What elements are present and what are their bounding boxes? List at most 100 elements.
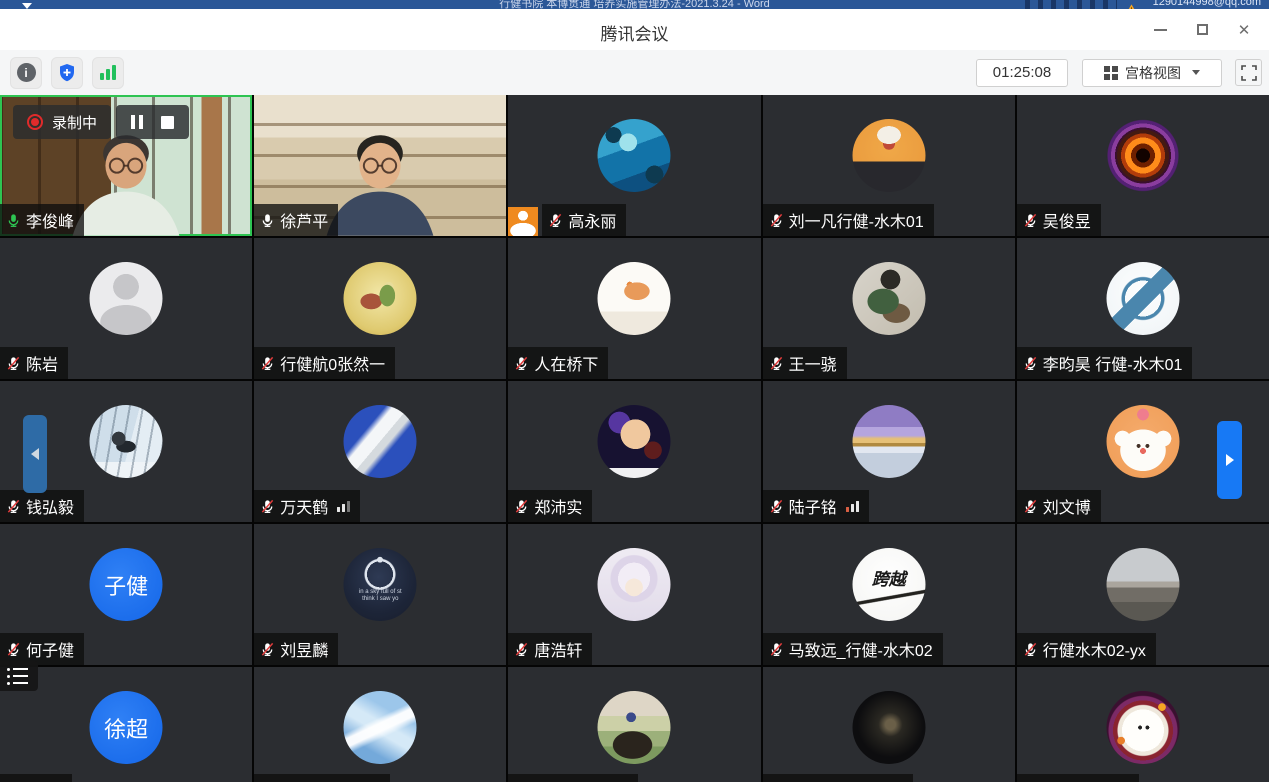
- mic-icon: [769, 642, 784, 657]
- mic-icon: [260, 356, 275, 371]
- meeting-timer: 01:25:08: [976, 59, 1068, 87]
- participant-name: 刘文博: [1043, 494, 1091, 518]
- avatar-initials: 子健: [104, 569, 148, 601]
- mic-icon: [260, 213, 275, 228]
- toolbar-right: 01:25:08 宫格视图: [976, 50, 1269, 95]
- participant-cell[interactable]: 行健水木02-yx: [1017, 524, 1269, 665]
- layout-view-dropdown[interactable]: 宫格视图: [1082, 59, 1222, 87]
- participant-cell[interactable]: 跨越 马致远_行健-水木02: [763, 524, 1015, 665]
- participant-name: 陆子铭: [789, 494, 837, 518]
- participant-avatar: [598, 548, 671, 621]
- participant-cell[interactable]: in a sky full of stthink I saw yo 刘昱麟: [254, 524, 506, 665]
- participant-name-label: 徐芦平: [254, 204, 338, 236]
- participant-list-button[interactable]: [0, 661, 38, 691]
- meeting-info-button[interactable]: i: [10, 57, 42, 89]
- mic-icon: [514, 499, 529, 514]
- participant-avatar: [90, 405, 163, 478]
- participant-cell[interactable]: 陈岩: [0, 238, 252, 379]
- participant-name: 人在桥下: [534, 351, 598, 375]
- mic-icon: [769, 356, 784, 371]
- participant-signal-icon: [846, 501, 859, 512]
- participant-cell[interactable]: 刘一凡行健-水木01: [763, 95, 1015, 236]
- recording-label: 录制中: [52, 112, 97, 133]
- mic-icon: [514, 356, 529, 371]
- participant-name-label: 刘昱麟: [254, 633, 338, 665]
- participant-cell[interactable]: [1017, 667, 1269, 782]
- participant-cell[interactable]: 吴俊昱: [1017, 95, 1269, 236]
- participant-name-label: 人在桥下: [508, 347, 608, 379]
- mic-icon: [1023, 213, 1038, 228]
- pause-recording-button[interactable]: [131, 115, 143, 129]
- participant-cell[interactable]: [508, 667, 760, 782]
- participant-cell[interactable]: [254, 667, 506, 782]
- next-page-button[interactable]: [1217, 421, 1242, 499]
- partial-name-label: [1017, 774, 1139, 782]
- mic-icon: [260, 499, 275, 514]
- participant-avatar: [852, 262, 925, 335]
- fullscreen-button[interactable]: [1235, 59, 1262, 86]
- minimize-icon: [1154, 29, 1167, 31]
- participant-avatar: [598, 119, 671, 192]
- toolbar-left-icons: i: [10, 57, 124, 89]
- signal-bars-icon: [100, 65, 116, 80]
- participant-name: 万天鹤: [280, 494, 328, 518]
- participant-cell[interactable]: 万天鹤: [254, 381, 506, 522]
- meeting-protect-button[interactable]: [51, 57, 83, 89]
- participant-name: 唐浩轩: [534, 637, 582, 661]
- participant-name-label: 行健水木02-yx: [1017, 633, 1156, 665]
- minimize-button[interactable]: [1139, 9, 1181, 50]
- meeting-toolbar: i 01:25:08 宫格视图: [0, 50, 1269, 95]
- participant-avatar: [344, 262, 417, 335]
- participant-name-label: 高永丽: [542, 204, 626, 236]
- mic-icon: [1023, 499, 1038, 514]
- window-title: 腾讯会议: [0, 20, 1269, 45]
- participant-name-label: 郑沛实: [508, 490, 592, 522]
- participant-cell[interactable]: 徐芦平: [254, 95, 506, 236]
- network-quality-button[interactable]: [92, 57, 124, 89]
- participant-name: 刘昱麟: [280, 637, 328, 661]
- chevron-down-icon: [1192, 70, 1200, 75]
- participant-cell[interactable]: 王一骁: [763, 238, 1015, 379]
- maximize-button[interactable]: [1181, 9, 1223, 50]
- participant-name-label: 刘一凡行健-水木01: [763, 204, 934, 236]
- background-word-titlebar[interactable]: 行健书院 本博贯通 培养实施管理办法-2021.3.24 - Word 1290…: [0, 0, 1269, 9]
- participant-cell[interactable]: 陆子铭: [763, 381, 1015, 522]
- participant-avatar: [1106, 262, 1179, 335]
- participant-name: 陈岩: [26, 351, 58, 375]
- participant-name-label: 陆子铭: [763, 490, 869, 522]
- participant-name: 马致远_行健-水木02: [789, 637, 933, 661]
- participant-cell[interactable]: 郑沛实: [508, 381, 760, 522]
- participant-name: 高永丽: [568, 208, 616, 232]
- participant-cell[interactable]: 行健航0张然一: [254, 238, 506, 379]
- host-badge-icon: [508, 207, 538, 236]
- participant-cell[interactable]: 人在桥下: [508, 238, 760, 379]
- mic-icon: [6, 356, 21, 371]
- mic-icon: [1023, 642, 1038, 657]
- video-grid: 李俊峰 徐芦平: [0, 95, 1269, 782]
- participant-avatar: 徐超: [90, 691, 163, 764]
- mic-icon: [6, 213, 21, 228]
- close-button[interactable]: ✕: [1223, 9, 1265, 50]
- avatar-initials: 徐超: [104, 712, 148, 744]
- stop-recording-button[interactable]: [161, 116, 174, 129]
- participant-name: 王一骁: [789, 351, 837, 375]
- participant-name: 何子健: [26, 637, 74, 661]
- participant-avatar: [598, 691, 671, 764]
- participant-cell[interactable]: 子健 何子健: [0, 524, 252, 665]
- mic-icon: [769, 213, 784, 228]
- window-controls: ✕: [1139, 9, 1265, 50]
- participant-name: 李俊峰: [26, 208, 74, 232]
- info-icon: i: [17, 63, 36, 82]
- word-ribbon-fragment: [1025, 0, 1117, 9]
- participant-cell[interactable]: [763, 667, 1015, 782]
- participant-avatar: [852, 405, 925, 478]
- participant-avatar: [598, 405, 671, 478]
- participant-cell[interactable]: 李昀昊 行健-水木01: [1017, 238, 1269, 379]
- mic-icon: [514, 642, 529, 657]
- participant-name-label: 吴俊昱: [1017, 204, 1101, 236]
- meeting-titlebar: 腾讯会议 ✕: [0, 9, 1269, 50]
- previous-page-button[interactable]: [23, 415, 47, 493]
- participant-cell[interactable]: 高永丽: [508, 95, 760, 236]
- participant-cell[interactable]: 唐浩轩: [508, 524, 760, 665]
- grid-view-icon: [1104, 66, 1118, 80]
